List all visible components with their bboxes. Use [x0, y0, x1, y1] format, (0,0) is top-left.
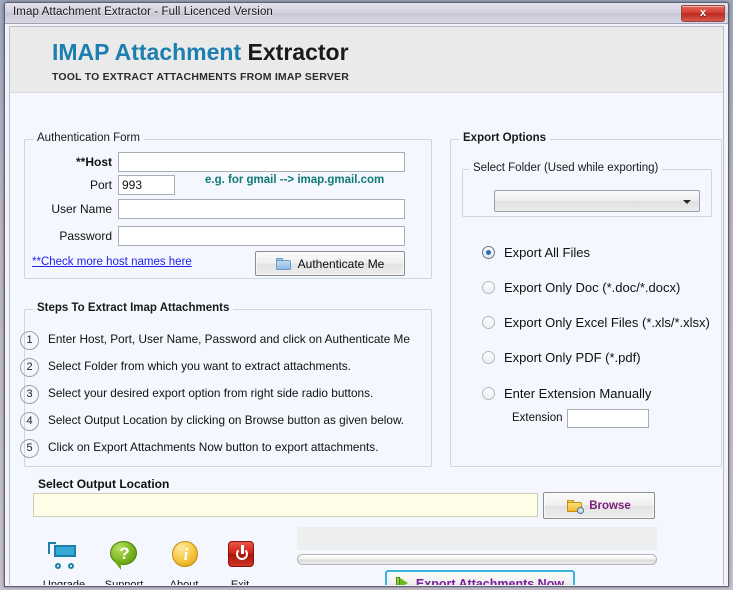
username-input[interactable]: [118, 199, 405, 219]
step-number: 2: [20, 358, 39, 377]
radio-label: Export Only Excel Files (*.xls/*.xlsx): [504, 315, 710, 330]
radio-indicator: [482, 246, 495, 259]
support-button[interactable]: ? Support: [96, 539, 152, 585]
exit-button[interactable]: Exit: [212, 539, 268, 585]
browse-button[interactable]: Browse: [543, 492, 655, 519]
title-bar: Imap Attachment Extractor - Full Licence…: [5, 3, 728, 24]
password-input[interactable]: [118, 226, 405, 246]
step-text: Enter Host, Port, User Name, Password an…: [48, 332, 410, 346]
step-text: Select your desired export option from r…: [48, 386, 374, 400]
password-label: Password: [59, 229, 112, 243]
radio-export-only-excel[interactable]: Export Only Excel Files (*.xls/*.xlsx): [482, 315, 710, 330]
select-folder-dropdown[interactable]: [494, 190, 700, 212]
tagline: TOOL TO EXTRACT ATTACHMENTS FROM IMAP SE…: [52, 71, 349, 83]
export-attachments-now-label: Export Attachments Now: [415, 576, 565, 586]
step-number: 3: [20, 385, 39, 404]
radio-indicator: [482, 281, 495, 294]
step-text: Select Output Location by clicking on Br…: [48, 413, 405, 427]
export-options-legend: Export Options: [459, 132, 551, 144]
radio-export-all-files[interactable]: Export All Files: [482, 245, 590, 260]
radio-indicator: [482, 351, 495, 364]
radio-label: Export Only Doc (*.doc/*.docx): [504, 280, 681, 295]
brand-text: Extractor: [247, 39, 349, 65]
close-button[interactable]: x: [681, 5, 725, 22]
up-arrow-icon: [395, 576, 409, 585]
step-number: 5: [20, 439, 39, 458]
radio-enter-extension-manually[interactable]: Enter Extension Manually: [482, 386, 651, 401]
folder-search-icon: [567, 499, 585, 514]
host-input[interactable]: [118, 152, 405, 172]
output-location-label: Select Output Location: [38, 477, 170, 491]
client-area: IMAP Attachment Extractor TOOL TO EXTRAC…: [9, 26, 724, 585]
radio-indicator: [482, 387, 495, 400]
username-label: User Name: [51, 202, 112, 216]
select-folder-legend: Select Folder (Used while exporting): [469, 162, 663, 174]
folder-icon: [275, 257, 291, 270]
step-number: 1: [20, 331, 39, 350]
step-number: 4: [20, 412, 39, 431]
upgrade-label: Upgrade: [42, 579, 86, 585]
gmail-hint-text: e.g. for gmail --> imap.gmail.com: [205, 174, 385, 186]
extension-label: Extension: [512, 412, 563, 424]
brand-accent-text: IMAP Attachment: [52, 39, 248, 65]
header-banner: IMAP Attachment Extractor TOOL TO EXTRAC…: [10, 27, 723, 93]
power-icon: [224, 539, 256, 571]
output-location-input[interactable]: [33, 493, 538, 517]
authenticate-me-button[interactable]: Authenticate Me: [255, 251, 405, 276]
progress-bar: [297, 554, 657, 565]
radio-indicator: [482, 316, 495, 329]
port-label: Port: [89, 178, 112, 192]
chevron-down-icon: [683, 200, 691, 204]
radio-label: Enter Extension Manually: [504, 386, 652, 401]
shopping-cart-icon: [48, 539, 80, 571]
browse-label: Browse: [589, 499, 631, 512]
export-attachments-now-button[interactable]: Export Attachments Now: [385, 570, 575, 585]
page-title: IMAP Attachment Extractor: [52, 39, 349, 66]
application-window: Imap Attachment Extractor - Full Licence…: [4, 2, 729, 587]
about-label: About: [169, 579, 199, 585]
window-title: Imap Attachment Extractor - Full Licence…: [13, 6, 273, 18]
authentication-form-legend: Authentication Form: [33, 132, 144, 144]
upgrade-button[interactable]: Upgrade: [36, 539, 92, 585]
step-text: Select Folder from which you want to ext…: [48, 359, 351, 373]
port-input[interactable]: [118, 175, 175, 195]
about-button[interactable]: i About: [156, 539, 212, 585]
host-label: **Host: [75, 155, 112, 169]
step-text: Click on Export Attachments Now button t…: [48, 440, 379, 454]
steps-legend: Steps To Extract Imap Attachments: [33, 302, 234, 314]
exit-label: Exit: [230, 579, 250, 585]
authenticate-me-label: Authenticate Me: [297, 256, 385, 271]
support-label: Support: [104, 579, 144, 585]
question-bubble-icon: ?: [108, 539, 140, 571]
radio-export-only-pdf[interactable]: Export Only PDF (*.pdf): [482, 350, 641, 365]
radio-label: Export All Files: [504, 245, 590, 260]
status-panel: [297, 527, 657, 550]
radio-label: Export Only PDF (*.pdf): [504, 350, 641, 365]
info-icon: i: [168, 539, 200, 571]
extension-input[interactable]: [567, 409, 649, 428]
check-host-names-link[interactable]: **Check more host names here: [32, 256, 192, 268]
radio-export-only-doc[interactable]: Export Only Doc (*.doc/*.docx): [482, 280, 680, 295]
